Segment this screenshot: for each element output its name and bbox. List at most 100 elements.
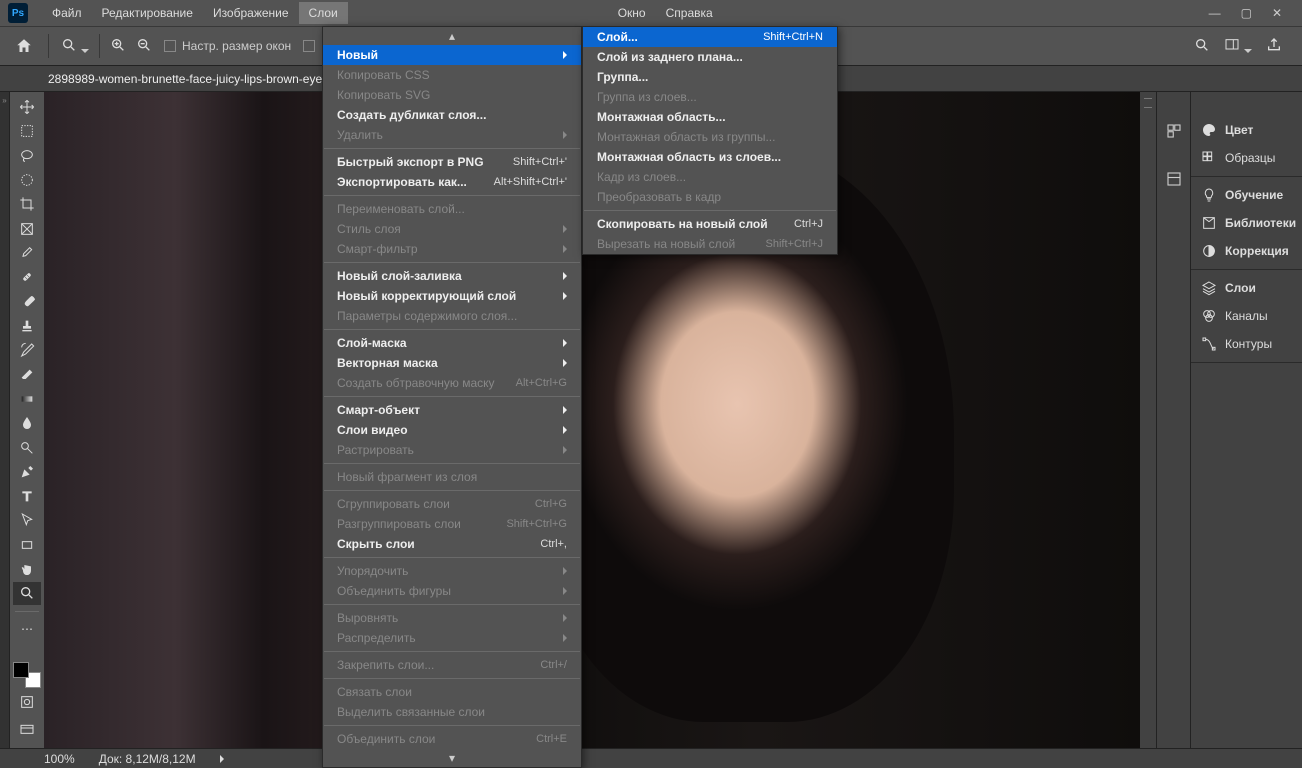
share-icon[interactable]: [1266, 37, 1282, 56]
search-icon[interactable]: [1194, 37, 1210, 56]
properties-panel-icon[interactable]: [1165, 170, 1183, 188]
quickmask-icon[interactable]: [13, 690, 41, 714]
menu-item: Группа из слоев...: [583, 87, 837, 107]
app-logo: Ps: [8, 3, 28, 23]
menu-item[interactable]: Новый корректирующий слой: [323, 286, 581, 306]
menu-item[interactable]: Слой-маска: [323, 333, 581, 353]
menu-item[interactable]: Группа...: [583, 67, 837, 87]
path-select-tool[interactable]: [13, 509, 41, 531]
resize-windows-label: Настр. размер окон: [182, 39, 291, 53]
hand-tool[interactable]: [13, 558, 41, 580]
menu-окно[interactable]: Окно: [608, 2, 656, 24]
foreground-color[interactable]: [13, 662, 29, 678]
chevron-right-icon: [543, 631, 567, 645]
menu-item[interactable]: Векторная маска: [323, 353, 581, 373]
crop-tool[interactable]: [13, 193, 41, 215]
menu-item: Создать обтравочную маскуAlt+Ctrl+G: [323, 373, 581, 393]
frame-tool[interactable]: [13, 218, 41, 240]
lasso-tool[interactable]: [13, 145, 41, 167]
option-partial[interactable]: [303, 40, 315, 52]
menu-справка[interactable]: Справка: [656, 2, 723, 24]
menu-item: Упорядочить: [323, 561, 581, 581]
eyedropper-tool[interactable]: [13, 242, 41, 264]
menu-item: Сгруппировать слоиCtrl+G: [323, 494, 581, 514]
vertical-scrollbar[interactable]: [1140, 92, 1156, 748]
home-icon[interactable]: [12, 34, 36, 58]
screenmode-icon[interactable]: [13, 718, 41, 742]
menu-item: Смарт-фильтр: [323, 239, 581, 259]
zoom-level[interactable]: 100%: [44, 752, 75, 766]
color-swatches[interactable]: [13, 662, 41, 688]
history-brush-tool[interactable]: [13, 339, 41, 361]
collapse-strip[interactable]: »: [0, 92, 10, 748]
menu-item[interactable]: Экспортировать как...Alt+Shift+Ctrl+': [323, 172, 581, 192]
menu-item: Новый фрагмент из слоя: [323, 467, 581, 487]
layers-new-submenu: Слой...Shift+Ctrl+NСлой из заднего плана…: [582, 26, 838, 255]
panel-Библиотеки[interactable]: Библиотеки: [1191, 209, 1302, 237]
collapsed-panels-strip: [1156, 92, 1190, 748]
zoom-out-icon[interactable]: [136, 37, 152, 56]
minimize-icon[interactable]: —: [1209, 6, 1221, 20]
menu-item[interactable]: Монтажная область из слоев...: [583, 147, 837, 167]
paths-icon: [1201, 336, 1217, 352]
panel-Контуры[interactable]: Контуры: [1191, 330, 1302, 358]
tools-panel: ⋯: [10, 92, 44, 748]
blur-tool[interactable]: [13, 412, 41, 434]
chevron-right-icon: [543, 242, 567, 256]
checkbox-icon[interactable]: [303, 40, 315, 52]
panel-Слои[interactable]: Слои: [1191, 274, 1302, 302]
chevron-right-icon: [543, 584, 567, 598]
maximize-icon[interactable]: ▢: [1241, 6, 1252, 20]
dodge-tool[interactable]: [13, 436, 41, 458]
healing-tool[interactable]: [13, 266, 41, 288]
panel-Образцы[interactable]: Образцы: [1191, 144, 1302, 172]
menu-item[interactable]: Смарт-объект: [323, 400, 581, 420]
stamp-tool[interactable]: [13, 315, 41, 337]
brush-tool[interactable]: [13, 291, 41, 313]
edit-toolbar-icon[interactable]: ⋯: [13, 618, 41, 640]
menu-item[interactable]: Скрыть слоиCtrl+,: [323, 534, 581, 554]
eraser-tool[interactable]: [13, 363, 41, 385]
menu-изображение[interactable]: Изображение: [203, 2, 299, 24]
panel-Цвет[interactable]: Цвет: [1191, 116, 1302, 144]
workspace-icon[interactable]: [1224, 37, 1252, 56]
menu-item[interactable]: Новый: [323, 45, 581, 65]
history-panel-icon[interactable]: [1165, 122, 1183, 140]
checkbox-icon[interactable]: [164, 40, 176, 52]
pen-tool[interactable]: [13, 461, 41, 483]
menu-item: Связать слои: [323, 682, 581, 702]
document-tab[interactable]: 2898989-women-brunette-face-juicy-lips-b…: [48, 72, 322, 86]
panel-Обучение[interactable]: Обучение: [1191, 181, 1302, 209]
rectangle-tool[interactable]: [13, 534, 41, 556]
panel-Коррекция[interactable]: Коррекция: [1191, 237, 1302, 265]
zoom-in-icon[interactable]: [110, 37, 126, 56]
menu-item: Преобразовать в кадр: [583, 187, 837, 207]
document-size[interactable]: Док: 8,12M/8,12M: [99, 752, 196, 766]
menu-item[interactable]: Слои видео: [323, 420, 581, 440]
menu-item[interactable]: Слой из заднего плана...: [583, 47, 837, 67]
marquee-tool[interactable]: [13, 120, 41, 142]
zoom-tool[interactable]: [13, 582, 41, 604]
menu-item[interactable]: Монтажная область...: [583, 107, 837, 127]
libraries-icon: [1201, 215, 1217, 231]
menu-item[interactable]: Слой...Shift+Ctrl+N: [583, 27, 837, 47]
resize-windows-option[interactable]: Настр. размер окон: [164, 39, 291, 53]
quick-select-tool[interactable]: [13, 169, 41, 191]
status-chevron-icon[interactable]: [220, 752, 224, 766]
move-tool[interactable]: [13, 96, 41, 118]
gradient-tool[interactable]: [13, 388, 41, 410]
menu-слои[interactable]: Слои: [299, 2, 348, 24]
close-icon[interactable]: ✕: [1272, 6, 1282, 20]
menu-item[interactable]: Создать дубликат слоя...: [323, 105, 581, 125]
menu-редактирование[interactable]: Редактирование: [92, 2, 203, 24]
menu-item[interactable]: Новый слой-заливка: [323, 266, 581, 286]
menu-файл[interactable]: Файл: [42, 2, 92, 24]
panel-Каналы[interactable]: Каналы: [1191, 302, 1302, 330]
scroll-down-icon[interactable]: ▾: [323, 749, 581, 767]
menu-item[interactable]: Скопировать на новый слойCtrl+J: [583, 214, 837, 234]
menu-item[interactable]: Быстрый экспорт в PNGShift+Ctrl+': [323, 152, 581, 172]
scroll-up-icon[interactable]: ▴: [323, 27, 581, 45]
menu-item: Вырезать на новый слойShift+Ctrl+J: [583, 234, 837, 254]
type-tool[interactable]: [13, 485, 41, 507]
zoom-dropdown-icon[interactable]: [61, 37, 89, 56]
